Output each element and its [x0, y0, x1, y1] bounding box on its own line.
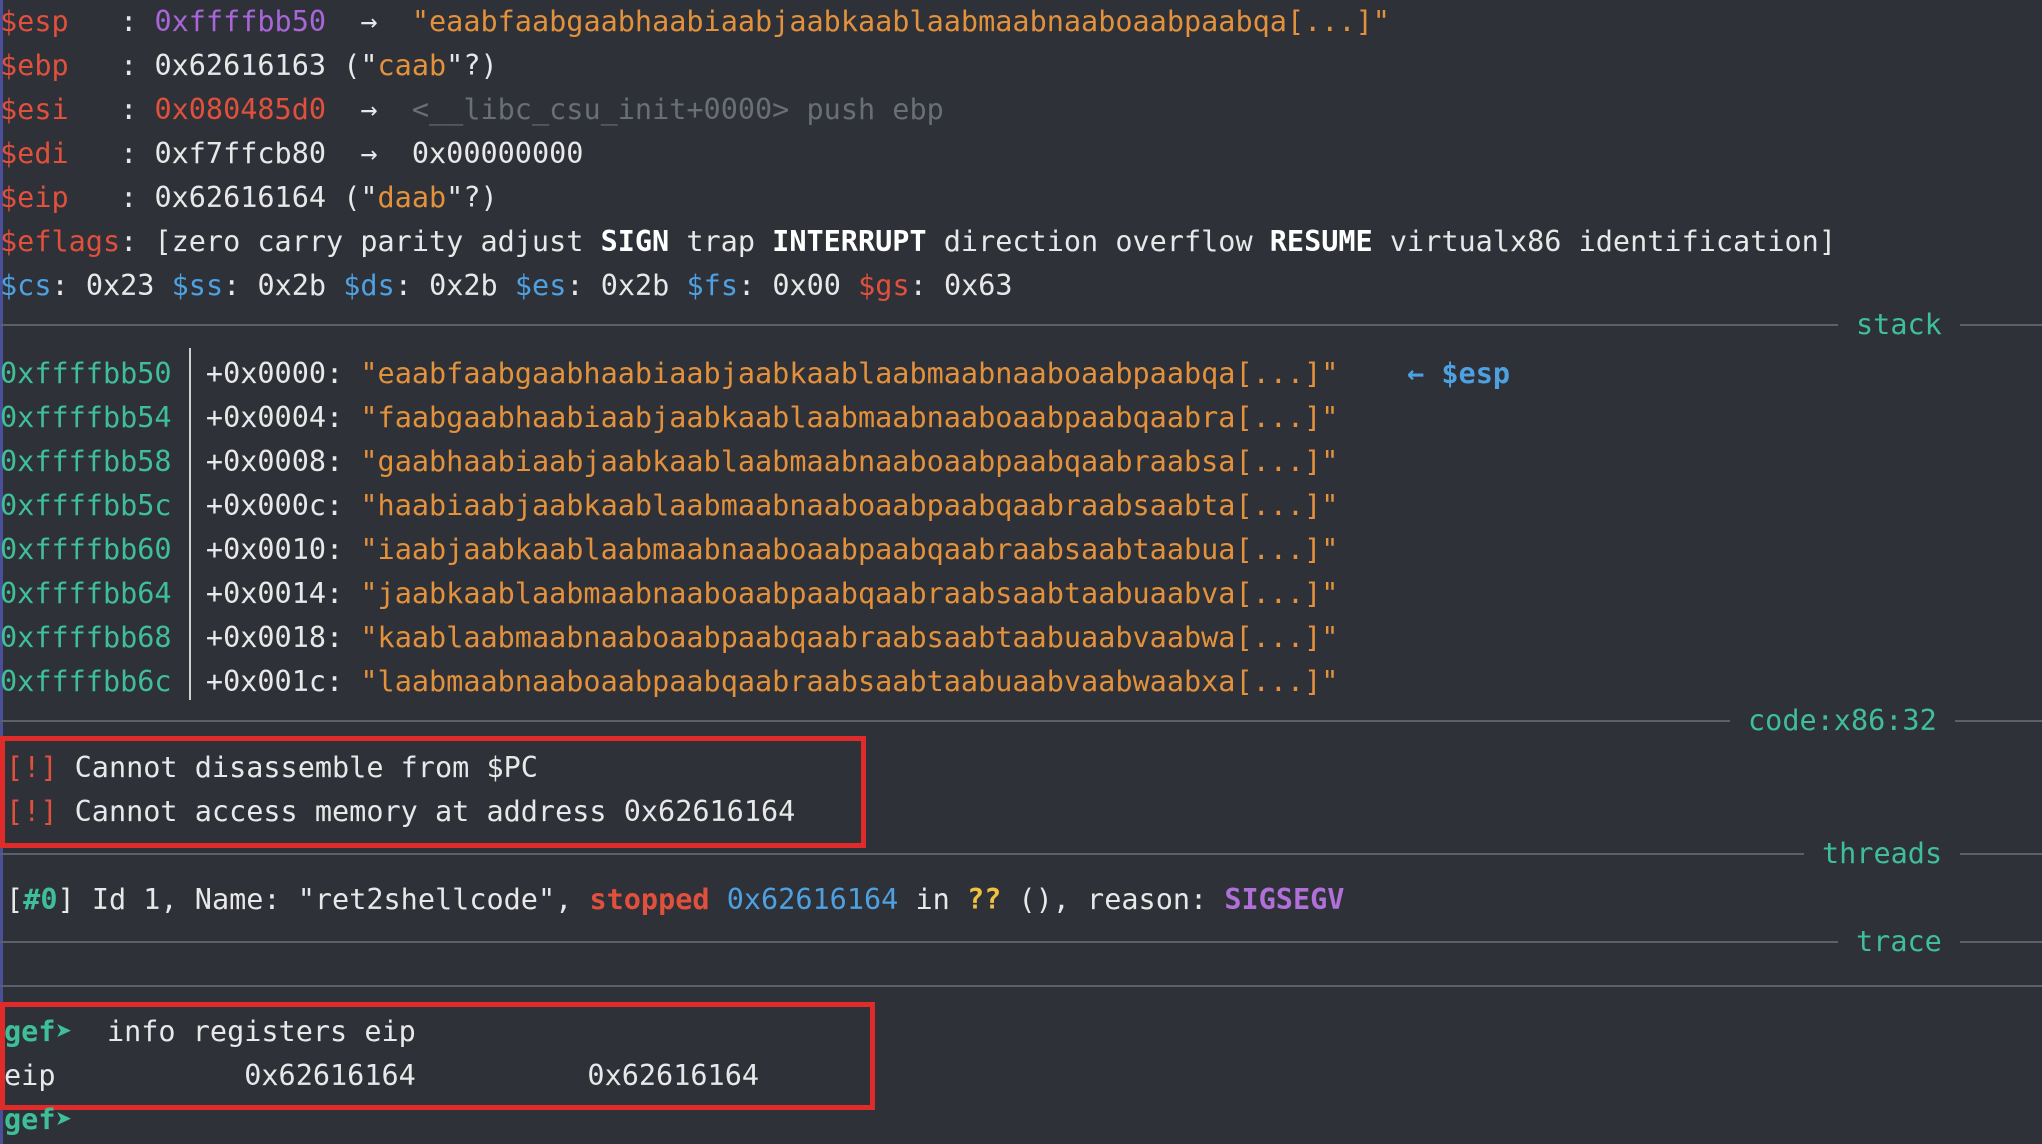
code-section-label: code:x86:32	[1730, 701, 1955, 741]
stack-row: 0xffffbb54 +0x0004: "faabgaabhaabiaabjaa…	[0, 396, 1338, 440]
end-separator	[0, 985, 2042, 987]
stack-address: 0xffffbb60	[0, 533, 172, 566]
register-string: daab	[377, 181, 447, 214]
flag-interrupt: INTERRUPT	[772, 225, 927, 258]
register-deref: "eaabfaabgaabhaabiaabjaabkaablaabmaabnaa…	[411, 5, 1390, 38]
stack-address: 0xffffbb6c	[0, 665, 172, 698]
thread-function: ??	[966, 883, 1002, 916]
stack-offset: +0x001c:	[205, 665, 344, 698]
register-name: $eip	[0, 181, 69, 214]
stack-row: 0xffffbb50 +0x0000: "eaabfaabgaabhaabiaa…	[0, 352, 1510, 396]
error-line: [!] Cannot access memory at address 0x62…	[6, 790, 795, 834]
stack-row: 0xffffbb6c +0x001c: "laabmaabnaaboaabpaa…	[0, 660, 1338, 704]
segment-registers-line: $cs: 0x23 $ss: 0x2b $ds: 0x2b $es: 0x2b …	[0, 269, 1013, 302]
thread-reason: SIGSEGV	[1224, 883, 1345, 916]
register-esp-line: $esp : 0xffffbb50 → "eaabfaabgaabhaabiaa…	[0, 5, 1390, 38]
segment-name: $es	[514, 269, 567, 302]
console-output-line: eip 0x62616164 0x62616164	[4, 1054, 759, 1098]
arrow-icon: →	[360, 93, 378, 126]
trace-separator	[0, 941, 2042, 943]
stack-row: 0xffffbb60 +0x0010: "iaabjaabkaablaabmaa…	[0, 528, 1338, 572]
register-name: $esp	[0, 5, 69, 38]
stack-value: "iaabjaabkaablaabmaabnaaboaabpaabqaabraa…	[360, 533, 1339, 566]
console-command[interactable]: info registers eip	[73, 1015, 416, 1048]
register-name: $eflags	[0, 225, 121, 258]
stack-address: 0xffffbb5c	[0, 489, 172, 522]
thread-number: #0	[23, 883, 58, 916]
stack-address: 0xffffbb50	[0, 357, 172, 390]
stack-address: 0xffffbb68	[0, 621, 172, 654]
gef-prompt: gef➤	[4, 1103, 73, 1136]
warning-icon: [!]	[6, 795, 58, 828]
register-name: $ebp	[0, 49, 69, 82]
stack-address: 0xffffbb54	[0, 401, 172, 434]
stack-value: "gaabhaabiaabjaabkaablaabmaabnaaboaabpaa…	[360, 445, 1339, 478]
threads-section-label: threads	[1804, 834, 1961, 874]
error-line: [!] Cannot disassemble from $PC	[6, 746, 538, 790]
stack-offset: +0x0014:	[205, 577, 344, 610]
stack-separator	[0, 324, 2042, 326]
stack-section-label: stack	[1838, 305, 1960, 345]
register-ebp-line: $ebp : 0x62616163 ("caab"?)	[0, 49, 498, 82]
thread-state: stopped	[589, 883, 710, 916]
stack-value: "laabmaabnaaboaabpaabqaabraabsaabtaabuaa…	[360, 665, 1339, 698]
stack-row: 0xffffbb68 +0x0018: "kaablaabmaabnaaboaa…	[0, 616, 1338, 660]
register-deref: 0x00000000	[411, 137, 584, 170]
register-string: caab	[377, 49, 447, 82]
trace-section-label: trace	[1838, 922, 1960, 962]
stack-value: "haabiaabjaabkaablaabmaabnaaboaabpaabqaa…	[360, 489, 1339, 522]
stack-address: 0xffffbb58	[0, 445, 172, 478]
stack-value: "jaabkaablaabmaabnaaboaabpaabqaabraabsaa…	[360, 577, 1339, 610]
stack-row: 0xffffbb64 +0x0014: "jaabkaablaabmaabnaa…	[0, 572, 1338, 616]
register-name: $esi	[0, 93, 69, 126]
stack-offset: +0x0018:	[205, 621, 344, 654]
register-eflags-line: $eflags: [zero carry parity adjust SIGN …	[0, 225, 1836, 258]
segment-name: $gs	[858, 269, 910, 302]
register-value: 0x62616164	[154, 181, 327, 214]
segment-name: $fs	[686, 269, 738, 302]
thread-line: [#0] Id 1, Name: "ret2shellcode", stoppe…	[6, 883, 1345, 916]
console-prompt-line[interactable]: gef➤	[4, 1098, 73, 1142]
console-command-line[interactable]: gef➤ info registers eip	[4, 1010, 416, 1054]
flag-sign: SIGN	[600, 225, 670, 258]
register-esi-line: $esi : 0x080485d0 → <__libc_csu_init+000…	[0, 93, 944, 126]
register-value: 0x080485d0	[154, 93, 327, 126]
register-eip-line: $eip : 0x62616164 ("daab"?)	[0, 181, 498, 214]
register-deref: <__libc_csu_init+0000> push ebp	[411, 93, 944, 126]
output-natural-value: 0x62616164	[587, 1059, 760, 1092]
stack-offset: +0x0000:	[205, 357, 344, 390]
stack-offset: +0x0004:	[205, 401, 344, 434]
esp-pointer-label: ← $esp	[1407, 357, 1511, 390]
register-value: 0x62616163	[154, 49, 327, 82]
segment-name: $cs	[0, 269, 52, 302]
thread-address: 0x62616164	[709, 883, 899, 916]
register-name: $edi	[0, 137, 69, 170]
register-value: 0xf7ffcb80	[154, 137, 327, 170]
error-message: Cannot access memory at address 0x626161…	[57, 795, 796, 828]
error-message: Cannot disassemble from $PC	[57, 751, 538, 784]
stack-row: 0xffffbb5c +0x000c: "haabiaabjaabkaablaa…	[0, 484, 1338, 528]
stack-address: 0xffffbb64	[0, 577, 172, 610]
threads-separator	[0, 853, 2042, 855]
stack-offset: +0x0008:	[205, 445, 344, 478]
output-hex-value: 0x62616164	[244, 1059, 416, 1092]
stack-value: "kaablaabmaabnaaboaabpaabqaabraabsaabtaa…	[360, 621, 1339, 654]
stack-row: 0xffffbb58 +0x0008: "gaabhaabiaabjaabkaa…	[0, 440, 1338, 484]
stack-value: "eaabfaabgaabhaabiaabjaabkaablaabmaabnaa…	[360, 357, 1339, 390]
output-register: eip	[4, 1059, 56, 1092]
stack-offset: +0x0010:	[205, 533, 344, 566]
arrow-icon: →	[360, 137, 378, 170]
gef-prompt: gef➤	[4, 1015, 73, 1048]
stack-offset: +0x000c:	[205, 489, 344, 522]
arrow-icon: →	[360, 5, 378, 38]
flag-resume: RESUME	[1269, 225, 1373, 258]
segment-name: $ss	[171, 269, 224, 302]
stack-value: "faabgaabhaabiaabjaabkaablaabmaabnaaboaa…	[360, 401, 1339, 434]
register-edi-line: $edi : 0xf7ffcb80 → 0x00000000	[0, 137, 584, 170]
thread-info: Id 1, Name: "ret2shellcode",	[74, 883, 590, 916]
warning-icon: [!]	[6, 751, 58, 784]
segment-name: $ds	[343, 269, 395, 302]
register-value: 0xffffbb50	[154, 5, 327, 38]
